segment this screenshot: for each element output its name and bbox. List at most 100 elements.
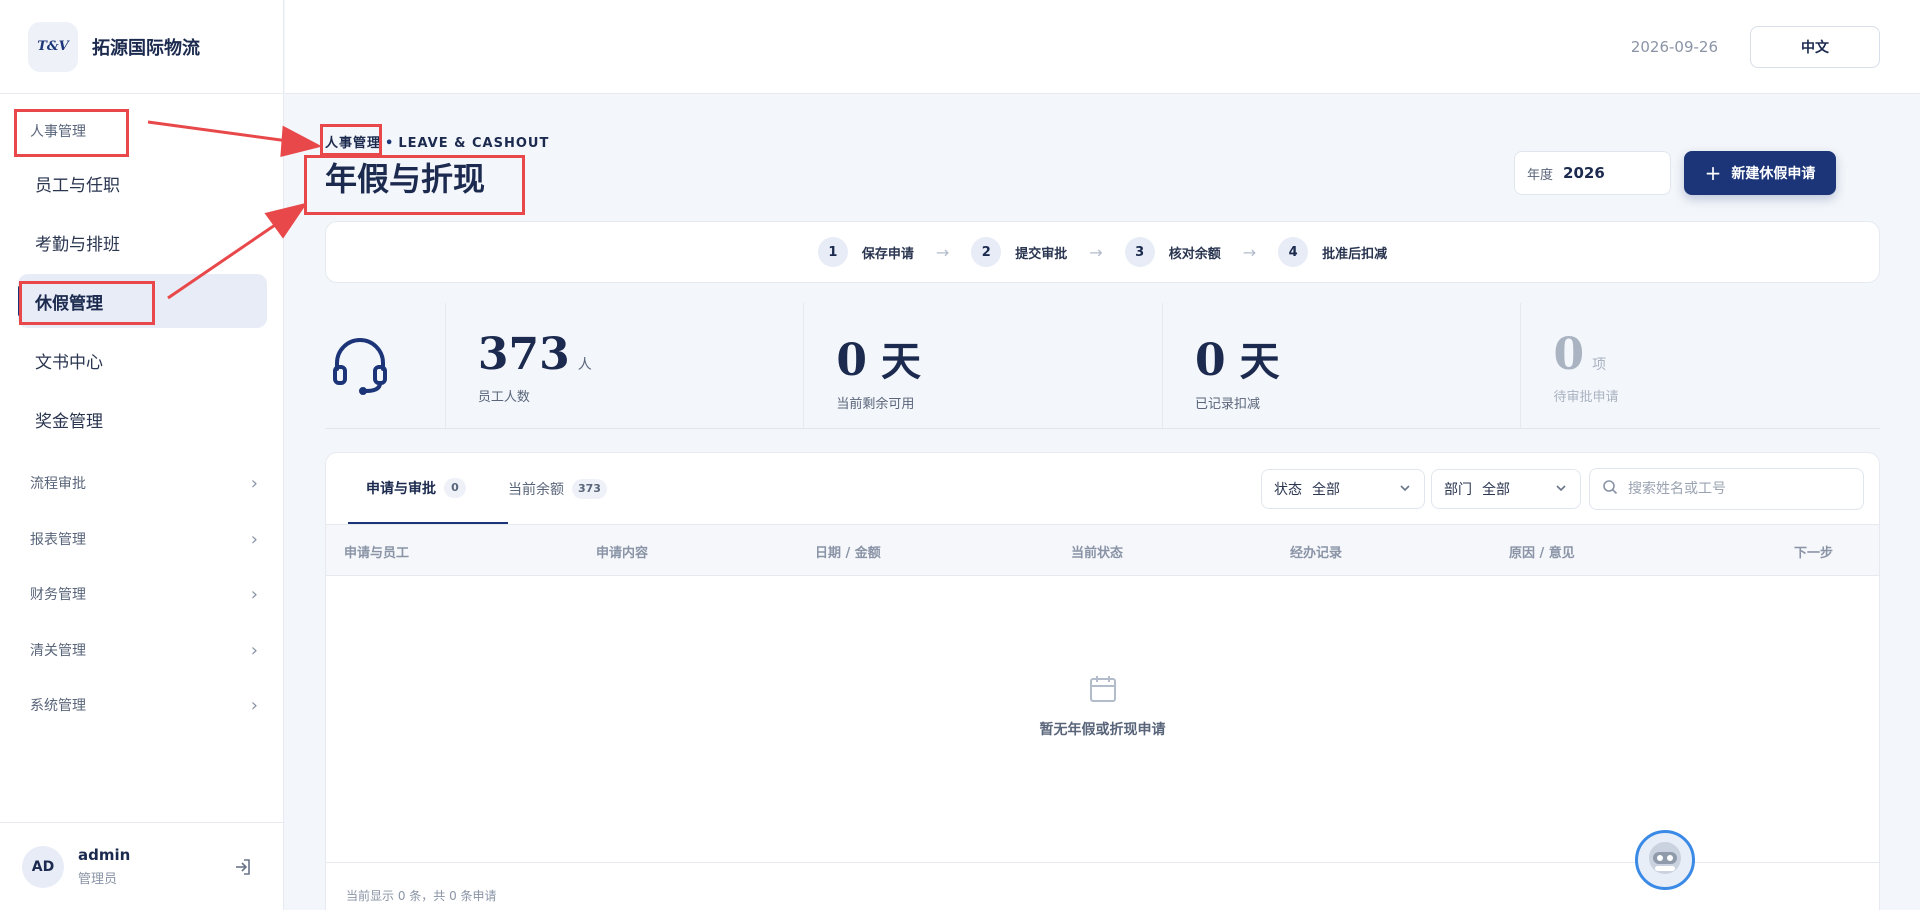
tab-count-badge: 373 — [572, 478, 607, 499]
chevron-right-icon: › — [250, 528, 258, 550]
stat-value: 373 — [477, 329, 570, 380]
sidebar-section-workflow[interactable]: 流程审批 › — [30, 468, 258, 498]
stat-deducted: 0 天 已记录扣减 — [1163, 303, 1522, 429]
step-3: 3 核对余额 — [1124, 237, 1221, 267]
stats-icon-cell — [325, 303, 446, 429]
current-date: 2026-09-26 — [1630, 38, 1718, 56]
arrow-right-icon: → — [935, 242, 950, 262]
filter-value: 全部 — [1482, 482, 1510, 498]
brand[interactable]: T&V 拓源国际物流 — [0, 0, 283, 94]
step-1: 1 保存申请 — [817, 237, 914, 267]
sidebar-item-bonus[interactable]: 奖金管理 — [18, 392, 267, 446]
new-leave-request-button[interactable]: + 新建休假申请 — [1684, 151, 1836, 195]
stat-employees: 373 人 员工人数 — [446, 303, 805, 429]
stat-label: 员工人数 — [477, 390, 530, 405]
step-number: 2 — [971, 237, 1002, 267]
search-box[interactable] — [1589, 468, 1864, 510]
stat-unit: 天 — [881, 338, 922, 385]
breadcrumb-separator: • — [385, 136, 395, 151]
step-label: 核对余额 — [1168, 246, 1221, 262]
step-4: 4 批准后扣减 — [1278, 237, 1387, 267]
search-icon — [1602, 479, 1618, 499]
sidebar-item-attendance[interactable]: 考勤与排班 — [18, 215, 267, 269]
column-header: 日期 / 金额 — [815, 546, 881, 561]
stat-label: 待审批申请 — [1553, 390, 1619, 405]
language-button[interactable]: 中文 — [1750, 26, 1880, 68]
chevron-right-icon: › — [250, 639, 258, 661]
column-header: 原因 / 意见 — [1509, 546, 1575, 561]
user-role: 管理员 — [78, 872, 118, 887]
stat-unit: 项 — [1592, 357, 1607, 373]
stat-unit: 人 — [577, 357, 592, 373]
sidebar-section-customs[interactable]: 清关管理 › — [30, 635, 258, 665]
chevron-down-icon — [1398, 481, 1412, 499]
stat-value: 0 — [1194, 335, 1226, 386]
search-input[interactable] — [1628, 481, 1848, 497]
assistant-bubble[interactable] — [1635, 830, 1695, 890]
stat-value: 0 — [836, 335, 868, 386]
column-header: 下一步 — [1794, 546, 1834, 561]
plus-icon: + — [1704, 161, 1722, 185]
tab-balances[interactable]: 当前余额 373 — [490, 453, 625, 524]
tab-bar: 申请与审批 0 当前余额 373 状态 全部 部门 全部 — [326, 453, 1879, 524]
breadcrumb-english: LEAVE & CASHOUT — [398, 136, 550, 151]
sidebar-section-system[interactable]: 系统管理 › — [30, 690, 258, 720]
arrow-right-icon: → — [1242, 242, 1257, 262]
logout-icon[interactable] — [233, 857, 253, 881]
stat-remaining: 0 天 当前剩余可用 — [804, 303, 1163, 429]
filter-value: 全部 — [1312, 482, 1340, 498]
top-bar: 2026-09-26 中文 — [285, 0, 1920, 94]
year-label: 年度 — [1527, 167, 1554, 183]
annotation-box — [14, 109, 129, 157]
robot-icon — [1645, 838, 1685, 882]
company-name: 拓源国际物流 — [92, 37, 200, 59]
chevron-right-icon: › — [250, 472, 258, 494]
section-label: 清关管理 — [30, 643, 86, 659]
department-filter[interactable]: 部门 全部 — [1431, 469, 1581, 509]
section-label: 财务管理 — [30, 587, 86, 603]
filter-label: 部门 — [1444, 482, 1472, 498]
sidebar-item-employees[interactable]: 员工与任职 — [18, 156, 267, 210]
tab-label: 当前余额 — [508, 481, 564, 498]
sidebar-item-documents[interactable]: 文书中心 — [18, 333, 267, 387]
process-steps: 1 保存申请 → 2 提交审批 → 3 核对余额 → 4 批准后扣减 — [325, 221, 1880, 283]
chevron-right-icon: › — [250, 583, 258, 605]
tab-requests[interactable]: 申请与审批 0 — [348, 453, 508, 524]
filter-label: 状态 — [1274, 482, 1302, 498]
user-panel: AD admin 管理员 — [0, 822, 283, 910]
sidebar-section-reports[interactable]: 报表管理 › — [30, 524, 258, 554]
chevron-down-icon — [1554, 481, 1568, 499]
stat-pending: 0 项 待审批申请 — [1521, 303, 1880, 429]
year-selector[interactable]: 年度 2026 — [1514, 151, 1671, 195]
step-label: 批准后扣减 — [1322, 246, 1388, 262]
annotation-box — [304, 155, 525, 215]
step-number: 4 — [1278, 237, 1309, 267]
section-label: 流程审批 — [30, 476, 86, 492]
tab-count-badge: 0 — [444, 477, 466, 498]
calendar-icon — [1087, 676, 1119, 709]
step-label: 提交审批 — [1015, 246, 1068, 262]
status-filter[interactable]: 状态 全部 — [1261, 469, 1425, 509]
arrow-right-icon: → — [1089, 242, 1103, 262]
column-header: 申请与员工 — [344, 546, 410, 561]
annotation-box — [320, 124, 382, 156]
new-leave-request-label: 新建休假申请 — [1731, 166, 1816, 182]
tab-label: 申请与审批 — [366, 480, 436, 497]
avatar[interactable]: AD — [22, 845, 64, 888]
column-header: 当前状态 — [1071, 546, 1124, 561]
empty-state: 暂无年假或折现申请 — [326, 673, 1879, 739]
year-value: 2026 — [1563, 164, 1605, 182]
column-header: 经办记录 — [1290, 546, 1343, 561]
headset-icon — [329, 333, 391, 399]
step-number: 1 — [817, 237, 848, 267]
step-label: 保存申请 — [861, 246, 914, 262]
sidebar-section-finance[interactable]: 财务管理 › — [30, 579, 258, 609]
step-2: 2 提交审批 — [971, 237, 1067, 267]
step-number: 3 — [1124, 237, 1155, 267]
table-header: 申请与员工 申请内容 日期 / 金额 当前状态 经办记录 原因 / 意见 下一步 — [326, 524, 1879, 576]
empty-message: 暂无年假或折现申请 — [1039, 722, 1166, 738]
company-logo: T&V — [28, 21, 78, 72]
annotation-box — [19, 281, 155, 325]
stat-value: 0 — [1553, 329, 1585, 380]
stat-unit: 天 — [1239, 338, 1280, 385]
